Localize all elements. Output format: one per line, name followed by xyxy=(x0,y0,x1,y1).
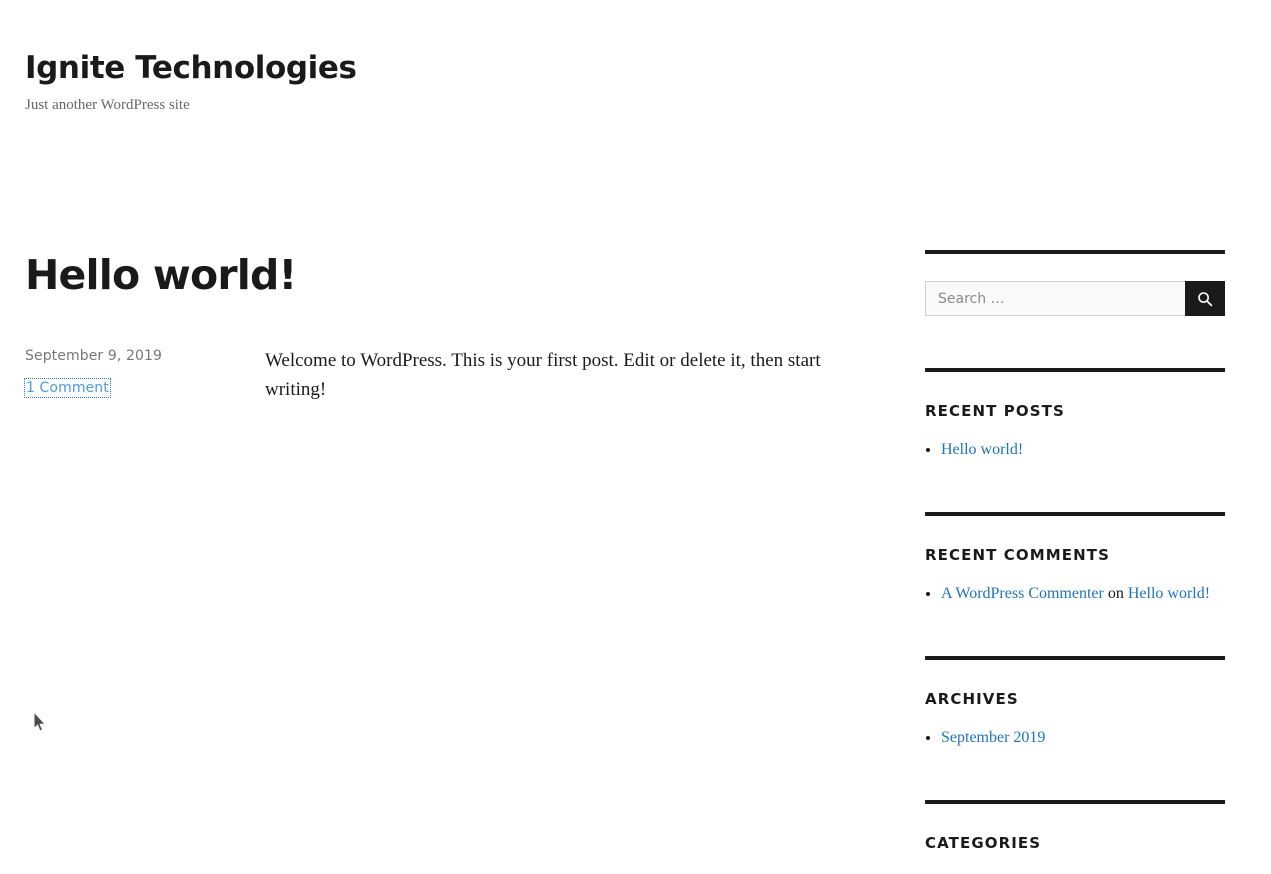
search-input[interactable] xyxy=(925,281,1185,316)
post-date[interactable]: September 9, 2019 xyxy=(25,347,245,367)
search-form xyxy=(925,281,1225,316)
post-body-row: September 9, 2019 1 Comment Welcome to W… xyxy=(24,347,885,467)
widget-archives: Archives September 2019 xyxy=(925,656,1225,750)
widget-categories: Categories xyxy=(925,800,1225,852)
post-meta: September 9, 2019 1 Comment xyxy=(24,347,245,398)
list-item: Hello world! xyxy=(925,438,1225,462)
mouse-cursor xyxy=(33,710,47,733)
search-submit-button[interactable] xyxy=(1185,281,1225,316)
widget-recent-posts: Recent Posts Hello world! xyxy=(925,368,1225,462)
recent-post-link[interactable]: Hello world! xyxy=(941,441,1023,458)
comment-separator-text: on xyxy=(1107,585,1124,602)
list-item: September 2019 xyxy=(925,726,1225,750)
site-header: Ignite Technologies Just another WordPre… xyxy=(25,50,725,116)
widget-divider xyxy=(925,800,1225,804)
widget-title-categories: Categories xyxy=(925,834,1042,852)
site-title[interactable]: Ignite Technologies xyxy=(25,50,725,87)
post-title[interactable]: Hello world! xyxy=(25,251,885,299)
recent-posts-list: Hello world! xyxy=(925,438,1225,462)
post-comments-link[interactable]: 1 Comment xyxy=(24,377,111,398)
archive-link[interactable]: September 2019 xyxy=(941,729,1045,746)
widget-divider xyxy=(925,512,1225,516)
widget-title-archives: Archives xyxy=(925,690,1019,708)
comment-target-link[interactable]: Hello world! xyxy=(1128,585,1210,602)
widget-divider xyxy=(925,250,1225,254)
widget-title-recent-comments: Recent Comments xyxy=(925,546,1111,564)
recent-comments-list: A WordPress Commenter on Hello world! xyxy=(925,582,1225,606)
post-entry-content: Welcome to WordPress. This is your first… xyxy=(265,347,865,404)
post-comments-wrap: 1 Comment xyxy=(24,377,245,398)
widget-divider xyxy=(925,656,1225,660)
post-body-text: Welcome to WordPress. This is your first… xyxy=(265,350,821,400)
widget-divider xyxy=(925,368,1225,372)
main-content: Hello world! September 9, 2019 1 Comment… xyxy=(24,251,885,467)
comment-author-link[interactable]: A WordPress Commenter xyxy=(941,585,1104,602)
widget-recent-comments: Recent Comments A WordPress Commenter on… xyxy=(925,512,1225,606)
search-icon xyxy=(1197,291,1213,307)
archives-list: September 2019 xyxy=(925,726,1225,750)
list-item: A WordPress Commenter on Hello world! xyxy=(925,582,1225,606)
site-tagline: Just another WordPress site xyxy=(25,97,190,114)
widget-title-recent-posts: Recent Posts xyxy=(925,402,1065,420)
